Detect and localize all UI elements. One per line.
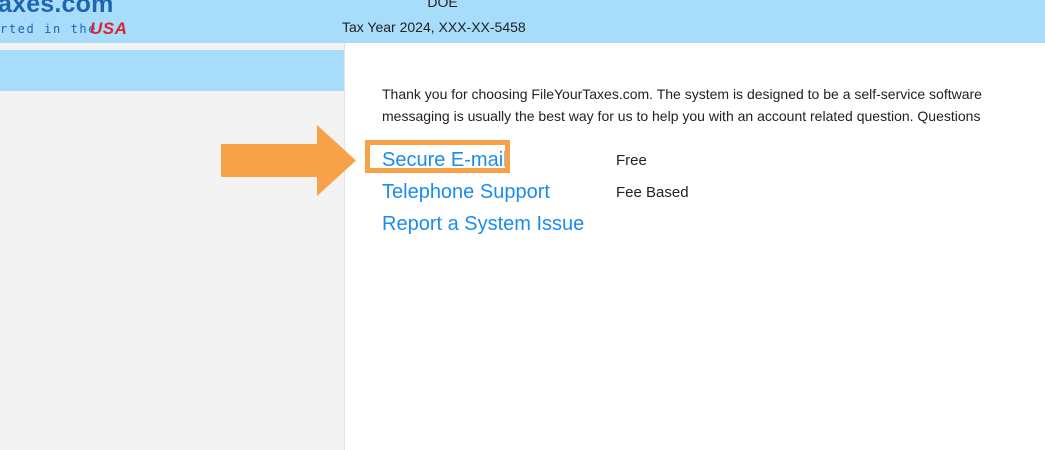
- logo-tagline: rted in the: [0, 22, 98, 36]
- page: axes.com rted in the USA DOE Tax Year 20…: [0, 0, 1045, 450]
- sidebar-header-band: [0, 50, 344, 91]
- intro-line-1: Thank you for choosing FileYourTaxes.com…: [382, 86, 982, 102]
- logo-usa: USA: [90, 19, 128, 38]
- tax-year-ssn: Tax Year 2024, XXX-XX-5458: [342, 19, 526, 35]
- intro-text: Thank you for choosing FileYourTaxes.com…: [382, 83, 1045, 127]
- secure-email-link[interactable]: Secure E-mail: [382, 149, 508, 172]
- header-bar: axes.com rted in the USA DOE Tax Year 20…: [0, 0, 1045, 43]
- secure-email-price: Free: [616, 152, 647, 169]
- report-system-issue-link[interactable]: Report a System Issue: [382, 213, 584, 236]
- main-content: Thank you for choosing FileYourTaxes.com…: [345, 43, 1045, 450]
- sidebar: [0, 43, 345, 450]
- telephone-support-price: Fee Based: [616, 184, 689, 201]
- telephone-support-link[interactable]: Telephone Support: [382, 181, 550, 204]
- user-name: DOE: [427, 0, 458, 10]
- intro-line-2: messaging is usually the best way for us…: [382, 108, 981, 124]
- logo-wordmark: axes.com: [0, 0, 114, 18]
